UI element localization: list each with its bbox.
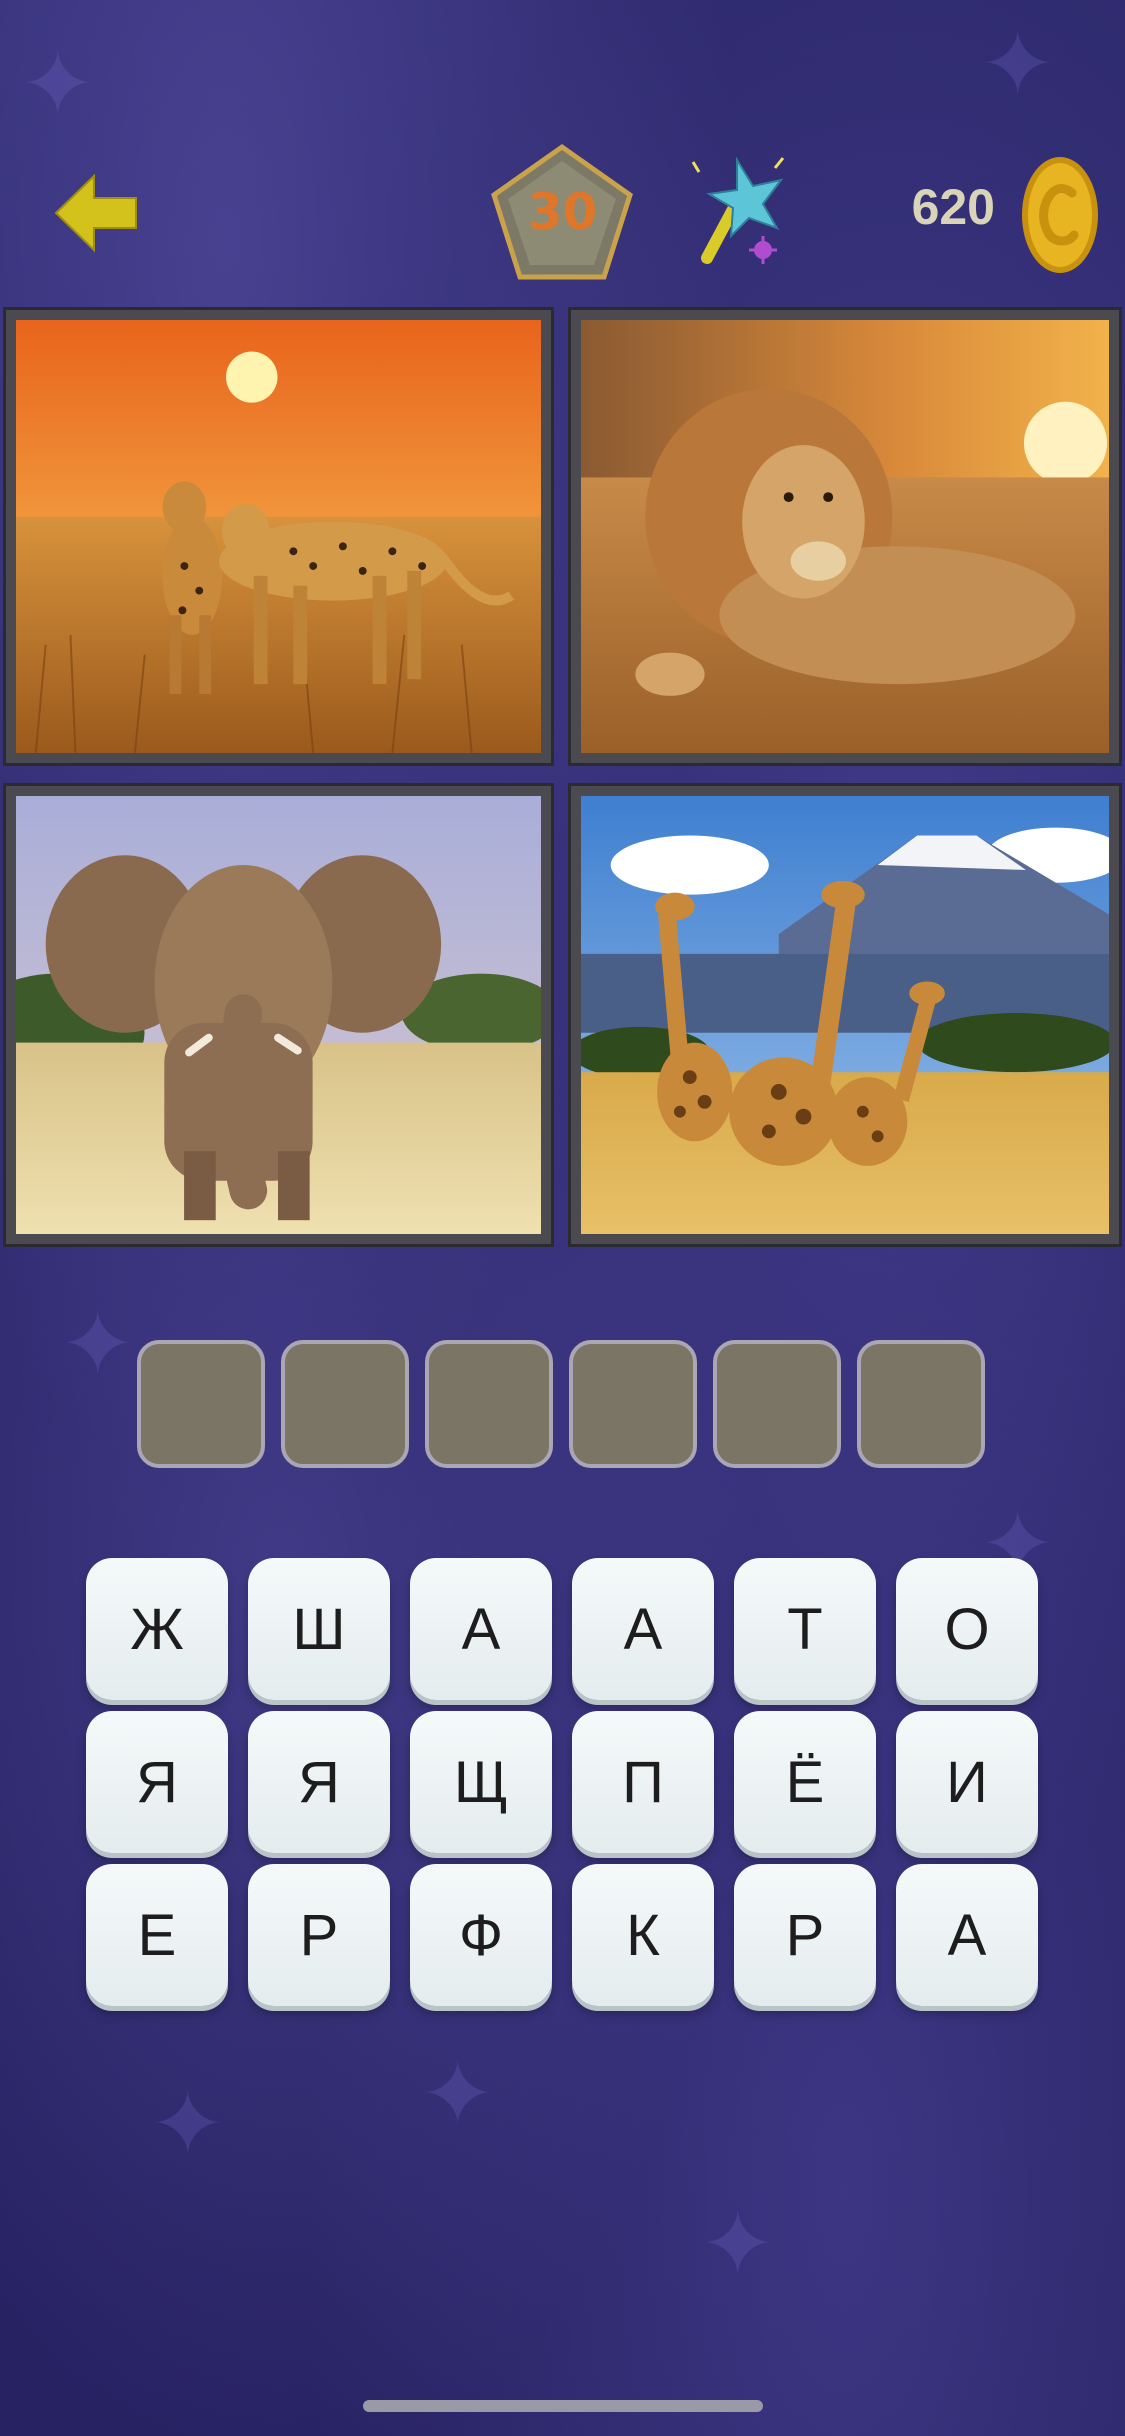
- answer-slot[interactable]: [281, 1340, 409, 1468]
- coins-count: 620: [911, 179, 995, 235]
- letter-key[interactable]: А: [896, 1864, 1038, 2006]
- letter-key[interactable]: Е: [86, 1864, 228, 2006]
- answer-slots: [137, 1340, 985, 1468]
- coin-icon[interactable]: [1020, 155, 1100, 275]
- letter-key[interactable]: Ж: [86, 1558, 228, 1700]
- letter-key[interactable]: А: [572, 1558, 714, 1700]
- giraffes-photo: [581, 796, 1109, 1234]
- letter-key[interactable]: П: [572, 1711, 714, 1853]
- letter-key[interactable]: Ш: [248, 1558, 390, 1700]
- letter-key[interactable]: А: [410, 1558, 552, 1700]
- letter-key[interactable]: Я: [86, 1711, 228, 1853]
- photo-tile-2[interactable]: [568, 307, 1122, 766]
- answer-slot[interactable]: [137, 1340, 265, 1468]
- letter-key[interactable]: Р: [734, 1864, 876, 2006]
- answer-slot[interactable]: [713, 1340, 841, 1468]
- letter-key[interactable]: И: [896, 1711, 1038, 1853]
- answer-slot[interactable]: [425, 1340, 553, 1468]
- lion-photo: [581, 320, 1109, 753]
- magic-wand-icon: [691, 156, 785, 264]
- letter-key[interactable]: Я: [248, 1711, 390, 1853]
- arrow-left-icon: [54, 173, 137, 253]
- letter-key[interactable]: Т: [734, 1558, 876, 1700]
- letter-keyboard: Ж Ш А А Т О Я Я Щ П Ё И Е Р Ф К Р А: [86, 1558, 1038, 2006]
- cheetahs-photo: [16, 320, 541, 753]
- back-button[interactable]: [52, 168, 142, 258]
- answer-slot[interactable]: [857, 1340, 985, 1468]
- hint-button[interactable]: [685, 150, 795, 270]
- letter-key[interactable]: О: [896, 1558, 1038, 1700]
- photo-tile-3[interactable]: [3, 783, 554, 1247]
- letter-key[interactable]: Ф: [410, 1864, 552, 2006]
- level-number: 30: [527, 183, 598, 241]
- letter-key[interactable]: Щ: [410, 1711, 552, 1853]
- answer-slot[interactable]: [569, 1340, 697, 1468]
- photo-tile-1[interactable]: [3, 307, 554, 766]
- letter-key[interactable]: Р: [248, 1864, 390, 2006]
- home-indicator[interactable]: [363, 2400, 763, 2412]
- letter-key[interactable]: Ё: [734, 1711, 876, 1853]
- photo-tile-4[interactable]: [568, 783, 1122, 1247]
- letter-key[interactable]: К: [572, 1864, 714, 2006]
- elephant-photo: [16, 796, 541, 1234]
